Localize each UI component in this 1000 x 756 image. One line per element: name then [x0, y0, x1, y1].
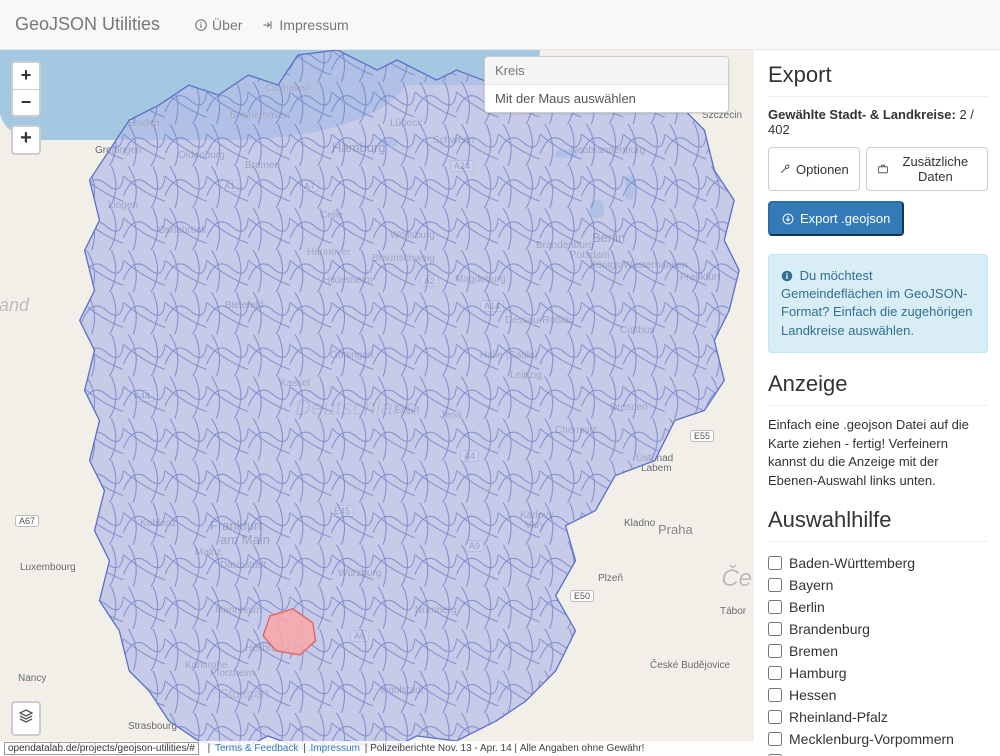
state-label: Bremen [789, 643, 838, 659]
footer-terms[interactable]: Terms & Feedback [213, 743, 300, 754]
state-checklist: Baden-Württemberg Bayern Berlin Brandenburg… [768, 552, 988, 756]
info-text: Du möchtest Gemeindeflächen im GeoJSON-F… [781, 268, 973, 338]
state-checkbox[interactable] [768, 666, 782, 680]
state-label: Baden-Württemberg [789, 555, 915, 571]
export-heading: Export [768, 62, 988, 88]
zoom-in-button[interactable]: + [13, 63, 39, 89]
germany-overlay[interactable] [40, 50, 754, 756]
state-checkbox[interactable] [768, 688, 782, 702]
state-checkbox-item[interactable]: Bremen [768, 640, 988, 662]
nav-about-label: Über [212, 17, 242, 33]
road-badge: A67 [15, 515, 39, 527]
neighbor-land: land [0, 295, 29, 316]
selected-count-line: Gewählte Stadt- & Landkreise: 2 / 402 [768, 107, 988, 137]
nav-about[interactable]: Über [185, 17, 252, 33]
download-icon [782, 213, 794, 225]
zoom-control: + − [11, 61, 41, 117]
draw-polygon-button[interactable]: + [13, 127, 39, 153]
state-checkbox-item[interactable]: Hessen [768, 684, 988, 706]
display-helptext: Einfach eine .geojson Datei auf die Kart… [768, 416, 988, 491]
state-label: Rheinland-Pfalz [789, 709, 888, 725]
footer-period: Polizeiberichte Nov. 13 - Apr. 14 [370, 743, 512, 754]
map-tooltip: Kreis Mit der Maus auswählen [484, 56, 729, 113]
info-icon [195, 19, 207, 31]
info-alert: Du möchtest Gemeindeflächen im GeoJSON-F… [768, 254, 988, 353]
selected-count-label: Gewählte Stadt- & Landkreise: [768, 107, 956, 122]
layers-control [11, 701, 41, 736]
display-heading: Anzeige [768, 371, 988, 397]
tooltip-body: Mit der Maus auswählen [485, 85, 728, 112]
state-checkbox[interactable] [768, 578, 782, 592]
state-checkbox[interactable] [768, 600, 782, 614]
state-label: Brandenburg [789, 621, 870, 637]
tooltip-title: Kreis [485, 57, 728, 85]
state-checkbox-item[interactable]: Baden-Württemberg [768, 552, 988, 574]
layers-button[interactable] [13, 708, 39, 734]
export-geojson-button[interactable]: Export .geojson [768, 201, 904, 236]
state-label: Berlin [789, 599, 825, 615]
state-checkbox-item[interactable]: Mecklenburg-Vorpommern [768, 728, 988, 750]
footer-disclaimer: Alle Angaben ohne Gewähr! [520, 743, 645, 754]
helper-heading: Auswahlhilfe [768, 507, 988, 533]
state-checkbox[interactable] [768, 644, 782, 658]
options-label: Optionen [796, 162, 849, 177]
state-checkbox[interactable] [768, 556, 782, 570]
state-checkbox[interactable] [768, 622, 782, 636]
nav-imprint[interactable]: Impressum [252, 17, 358, 33]
state-checkbox[interactable] [768, 732, 782, 746]
briefcase-icon [877, 163, 889, 175]
state-label: Bayern [789, 577, 833, 593]
share-icon [262, 19, 274, 31]
state-label: Hessen [789, 687, 836, 703]
state-checkbox-item[interactable]: Hamburg [768, 662, 988, 684]
extra-data-label: Zusätzliche Daten [894, 154, 977, 184]
extra-data-button[interactable]: Zusätzliche Daten [866, 147, 988, 191]
export-geojson-label: Export .geojson [800, 211, 890, 226]
sidebar: Export Gewählte Stadt- & Landkreise: 2 /… [754, 50, 1000, 756]
map-footer: opendatalab.de/projects/geojson-utilitie… [0, 741, 754, 756]
navbar: GeoJSON Utilities Über Impressum [0, 0, 1000, 50]
draw-control: + [11, 125, 41, 155]
footer-imprint[interactable]: Impressum [308, 743, 361, 754]
wrench-icon [779, 163, 791, 175]
info-icon [781, 270, 793, 282]
state-checkbox-item[interactable]: Brandenburg [768, 618, 988, 640]
state-checkbox-item[interactable]: Bayern [768, 574, 988, 596]
state-label: Hamburg [789, 665, 847, 681]
state-checkbox-item[interactable]: Berlin [768, 596, 988, 618]
nav-imprint-label: Impressum [279, 17, 348, 33]
footer-url: opendatalab.de/projects/geojson-utilitie… [4, 742, 199, 755]
state-checkbox-item[interactable]: Rheinland-Pfalz [768, 706, 988, 728]
map[interactable]: Deutschland Če land Hamburg Berlin Frank… [0, 50, 754, 756]
options-button[interactable]: Optionen [768, 147, 860, 191]
state-checkbox-item[interactable]: Niedersachsen [768, 750, 988, 756]
state-checkbox[interactable] [768, 710, 782, 724]
app-title[interactable]: GeoJSON Utilities [15, 14, 175, 35]
zoom-out-button[interactable]: − [13, 89, 39, 115]
state-label: Mecklenburg-Vorpommern [789, 731, 954, 747]
